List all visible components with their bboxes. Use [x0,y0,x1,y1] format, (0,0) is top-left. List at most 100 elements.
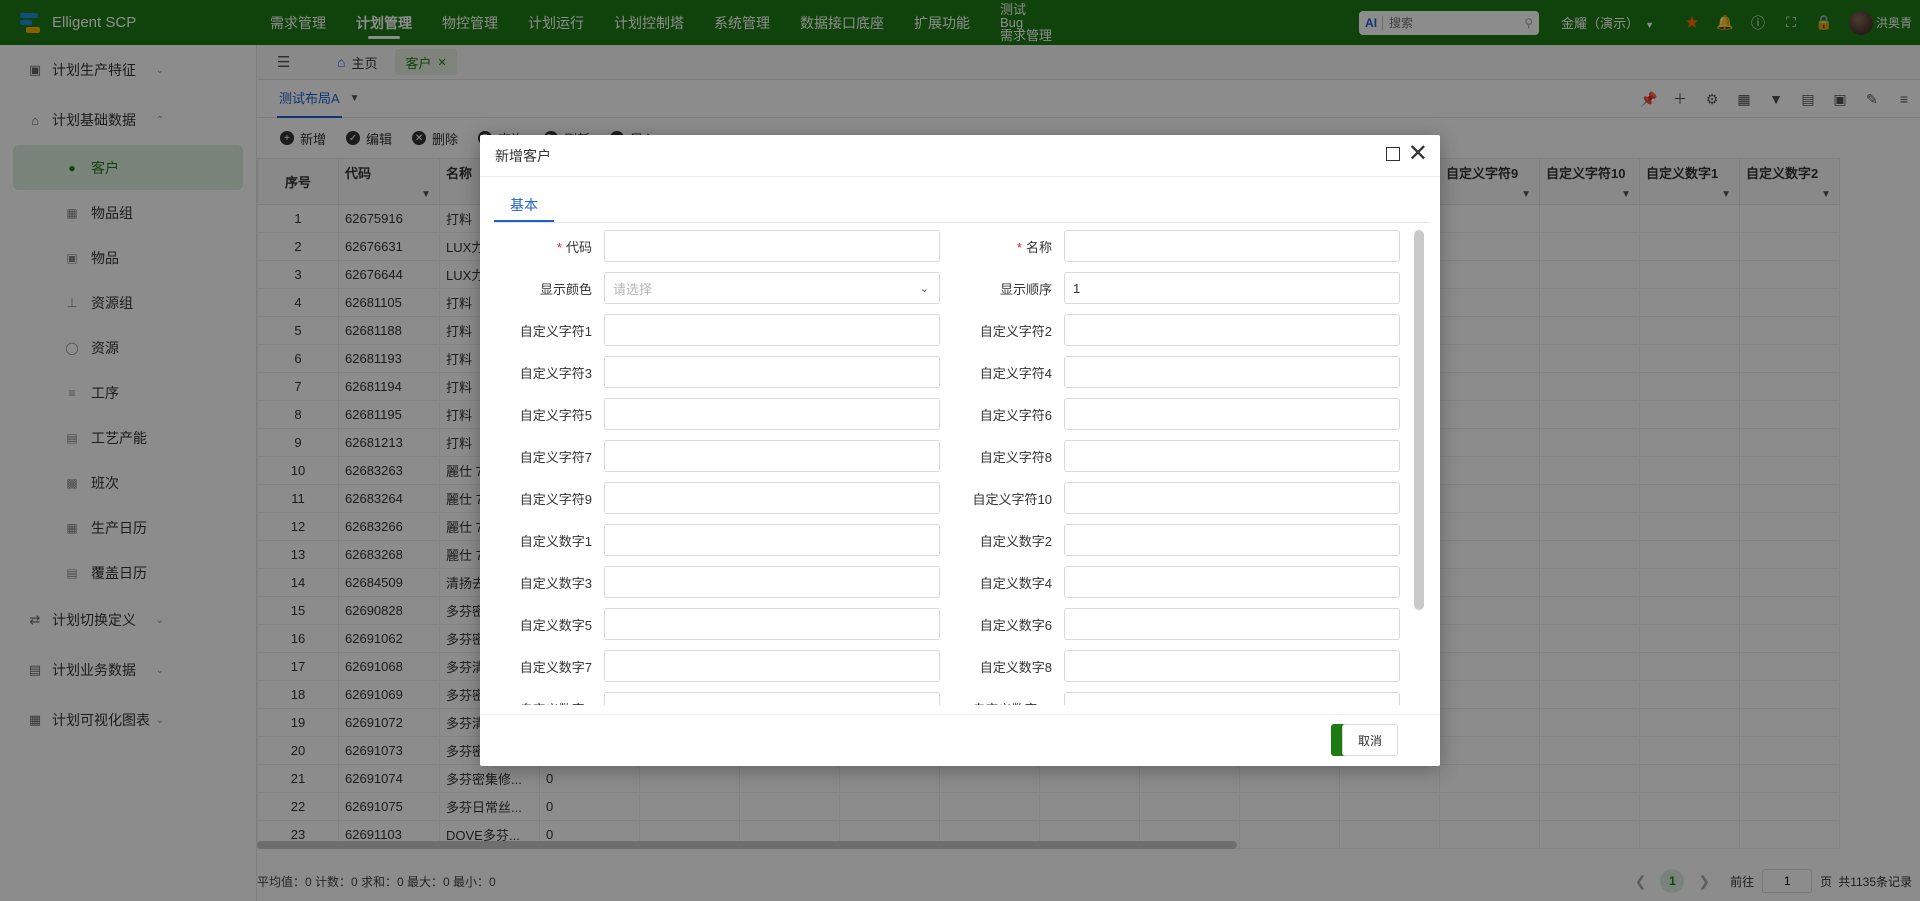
form-field: 自定义字符4 [954,356,1414,388]
text-input[interactable] [1064,314,1400,346]
field-label: 自定义字符1 [494,321,604,340]
field-label: 自定义数字2 [954,531,1064,550]
text-input[interactable] [1064,356,1400,388]
text-input[interactable] [1064,482,1400,514]
field-label: 自定义数字8 [954,657,1064,676]
field-label-text: 自定义字符2 [979,323,1052,339]
form-field: 自定义数字4 [954,566,1414,598]
text-input[interactable] [1064,566,1400,598]
form-scrollbar[interactable] [1414,230,1424,708]
field-label: 自定义字符7 [494,447,604,466]
dialog-title: 新增客户 [495,147,551,164]
field-label-text: 自定义数字3 [519,575,592,591]
field-label-text: 自定义字符3 [519,365,592,381]
form-field: 自定义字符3 [494,356,954,388]
field-label-text: 自定义字符6 [979,407,1052,423]
form-field: 自定义数字2 [954,524,1414,556]
field-label: 自定义字符8 [954,447,1064,466]
text-input[interactable] [604,356,940,388]
form-field: 自定义数字1 [494,524,954,556]
field-label: 自定义数字10 [954,699,1064,706]
field-label: 自定义数字6 [954,615,1064,634]
required-marker: * [1016,239,1022,255]
form-row: 自定义字符9 自定义字符10 [494,477,1417,519]
close-icon[interactable]: ✕ [1408,142,1428,166]
form-field: 自定义数字6 [954,608,1414,640]
text-input[interactable] [604,524,940,556]
text-input[interactable] [604,230,940,262]
form-field: 显示颜色 请选择 ⌄ [494,272,954,304]
field-label-text: 自定义字符1 [519,323,592,339]
text-input[interactable] [604,608,940,640]
field-label-text: 自定义数字4 [979,575,1052,591]
text-input[interactable] [604,482,940,514]
field-label: 自定义字符10 [954,489,1064,508]
form-row: 自定义字符5 自定义字符6 [494,393,1417,435]
field-value: 请选择 [613,281,653,297]
field-label-text: 名称 [1025,239,1052,255]
field-label-text: 自定义数字6 [979,617,1052,633]
text-input[interactable] [1064,692,1400,705]
field-label-text: 自定义数字7 [519,659,592,675]
field-label-text: 自定义数字10 [973,702,1052,706]
cancel-button[interactable]: 取消 [1342,724,1398,756]
form-field: 自定义数字9 [494,692,954,705]
text-input[interactable] [1064,440,1400,472]
form-row: 自定义字符1 自定义字符2 [494,309,1417,351]
required-marker: * [556,239,562,255]
maximize-icon[interactable] [1386,147,1400,161]
field-label-text: 自定义数字2 [979,533,1052,549]
field-label: 自定义数字4 [954,573,1064,592]
form-row: 自定义字符3 自定义字符4 [494,351,1417,393]
form-field: 自定义数字7 [494,650,954,682]
form-row: 自定义数字3 自定义数字4 [494,561,1417,603]
form-field: 自定义数字8 [954,650,1414,682]
field-label: * 代码 [494,237,604,256]
field-label: 自定义字符9 [494,489,604,508]
text-input[interactable] [604,566,940,598]
field-value: 1 [1073,280,1081,296]
add-customer-dialog: 新增客户 ✕ 基本 * 代码 * 名称 显示颜色 请选择 ⌄ 显示顺序 1 自定义字符1 自定义字符… [480,135,1440,766]
form-field: 自定义数字5 [494,608,954,640]
form-field: 自定义字符2 [954,314,1414,346]
text-input[interactable] [1064,650,1400,682]
form-field: 自定义字符10 [954,482,1414,514]
form-field: 自定义字符8 [954,440,1414,472]
dialog-header: 新增客户 ✕ [480,135,1440,177]
text-input[interactable] [604,398,940,430]
field-label-text: 自定义字符8 [979,449,1052,465]
form-field: 自定义数字10 [954,692,1414,705]
text-input[interactable] [604,692,940,705]
dialog-form: * 代码 * 名称 显示颜色 请选择 ⌄ 显示顺序 1 自定义字符1 自定义字符2 自定义字符3 自定义… [494,225,1417,705]
field-label: 自定义数字3 [494,573,604,592]
text-input[interactable] [1064,230,1400,262]
form-field: * 名称 [954,230,1414,262]
form-field: 显示顺序 1 [954,272,1414,304]
field-label-text: 自定义字符5 [519,407,592,423]
dialog-footer: 确定 取消 [480,714,1440,766]
text-input[interactable] [604,440,940,472]
tab-basic[interactable]: 基本 [494,190,554,222]
field-label-text: 自定义字符9 [519,491,592,507]
form-field: 自定义字符6 [954,398,1414,430]
chevron-down-icon: ⌄ [919,282,929,295]
field-label-text: 自定义字符7 [519,449,592,465]
field-label: 自定义数字1 [494,531,604,550]
text-input[interactable] [1064,524,1400,556]
field-label-text: 自定义数字9 [520,702,592,706]
field-label: 自定义字符4 [954,363,1064,382]
form-row: 自定义数字1 自定义数字2 [494,519,1417,561]
text-input[interactable] [604,314,940,346]
scrollbar-thumb[interactable] [1414,230,1424,610]
text-input[interactable] [1064,398,1400,430]
field-label-text: 自定义字符4 [979,365,1052,381]
form-row: 显示颜色 请选择 ⌄ 显示顺序 1 [494,267,1417,309]
field-label-text: 自定义数字8 [979,659,1052,675]
field-label: 自定义数字9 [494,699,604,706]
color-select[interactable]: 请选择 ⌄ [604,272,940,304]
text-input[interactable]: 1 [1064,272,1400,304]
field-label: 自定义字符6 [954,405,1064,424]
form-field: 自定义字符1 [494,314,954,346]
text-input[interactable] [1064,608,1400,640]
text-input[interactable] [604,650,940,682]
